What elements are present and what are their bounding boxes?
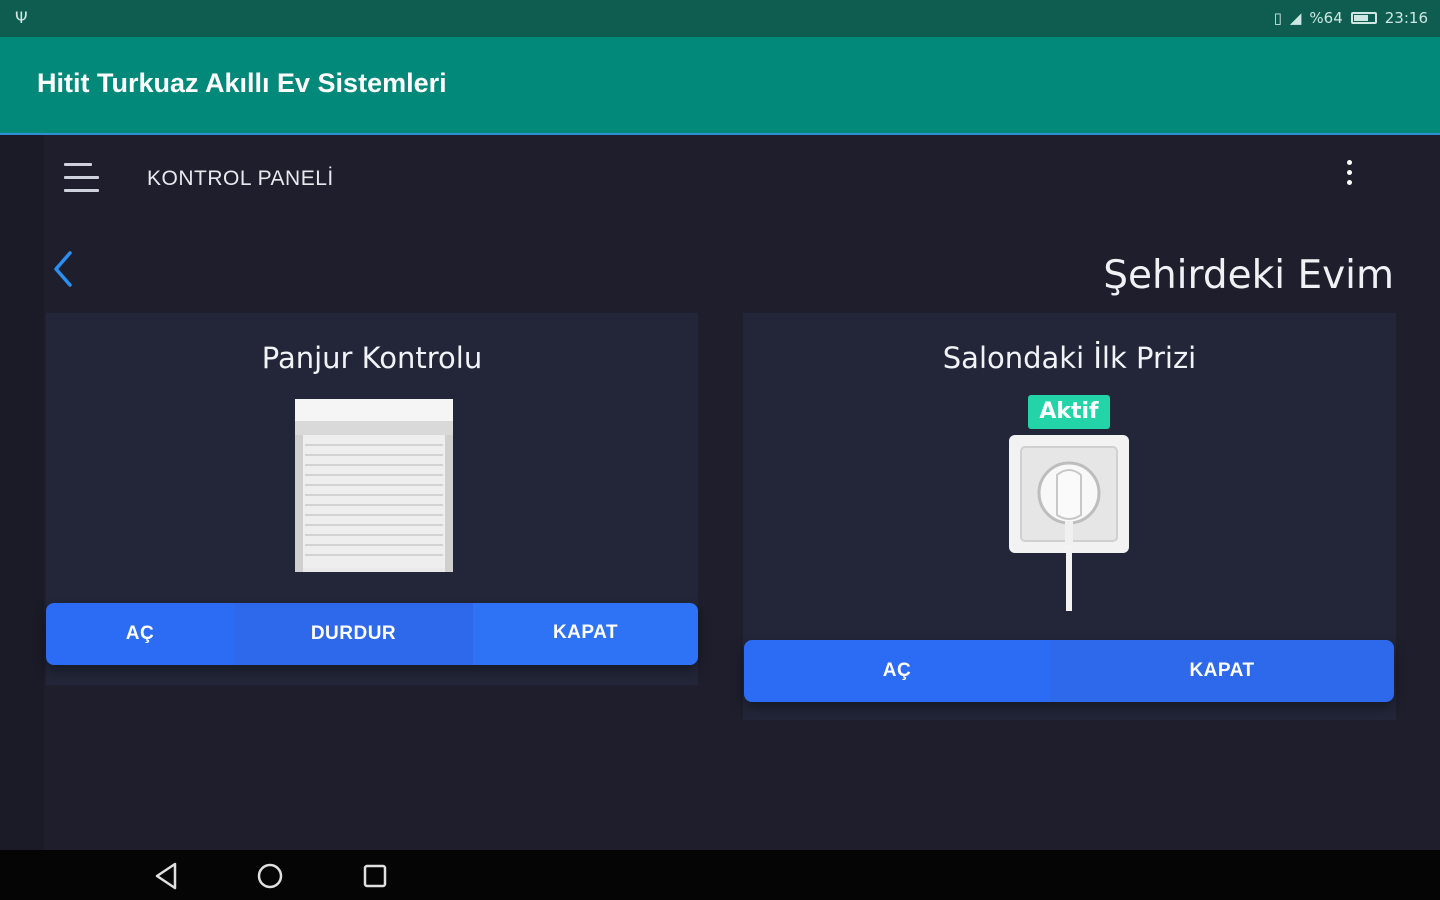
system-nav-bar <box>0 850 1440 900</box>
status-bar: Ψ ▯ ◢ %64 23:16 <box>0 0 1440 37</box>
status-icons: ▯ ◢ %64 23:16 <box>1274 9 1428 27</box>
hamburger-menu-icon[interactable] <box>64 163 99 193</box>
signal-icon: ◢ <box>1289 9 1302 27</box>
battery-percent: %64 <box>1309 9 1343 27</box>
battery-icon <box>1350 12 1377 24</box>
status-badge: Aktif <box>1028 395 1110 429</box>
shutter-control-card: Panjur Kontrolu AÇ DURDUR KAPAT <box>46 313 698 685</box>
roller-shutter-image <box>295 399 453 572</box>
nav-home-circle-icon[interactable] <box>255 861 285 891</box>
chevron-left-icon <box>54 251 72 287</box>
stop-button[interactable]: DURDUR <box>234 603 473 665</box>
nav-recents-square-icon[interactable] <box>360 861 390 891</box>
app-bar: Hitit Turkuaz Akıllı Ev Sistemleri <box>0 37 1440 135</box>
socket-button-group: AÇ KAPAT <box>744 640 1394 702</box>
socket-control-card: Salondaki İlk Prizi Aktif AÇ KAPAT <box>743 313 1396 720</box>
clock: 23:16 <box>1384 9 1428 27</box>
back-button[interactable] <box>48 247 82 291</box>
turn-on-button[interactable]: AÇ <box>744 640 1050 702</box>
card-title: Panjur Kontrolu <box>261 341 483 375</box>
open-button[interactable]: AÇ <box>46 603 234 665</box>
usb-icon: Ψ <box>15 8 28 27</box>
vibrate-icon: ▯ <box>1273 9 1282 27</box>
drawer-edge <box>0 135 44 850</box>
app-title: Hitit Turkuaz Akıllı Ev Sistemleri <box>37 68 447 98</box>
close-button[interactable]: KAPAT <box>473 603 698 665</box>
shutter-button-group: AÇ DURDUR KAPAT <box>46 603 698 665</box>
panel-title: KONTROL PANELİ <box>147 167 334 190</box>
toolbar: KONTROL PANELİ <box>0 135 1440 225</box>
home-name: Şehirdeki Evim <box>1103 253 1394 298</box>
more-vertical-icon[interactable] <box>1340 157 1360 191</box>
power-socket-image <box>1009 435 1129 611</box>
card-title: Salondaki İlk Prizi <box>942 341 1197 375</box>
turn-off-button[interactable]: KAPAT <box>1050 640 1394 702</box>
nav-back-triangle-icon[interactable] <box>151 861 181 891</box>
main-content: KONTROL PANELİ Şehirdeki Evim Panjur Kon… <box>0 135 1440 850</box>
